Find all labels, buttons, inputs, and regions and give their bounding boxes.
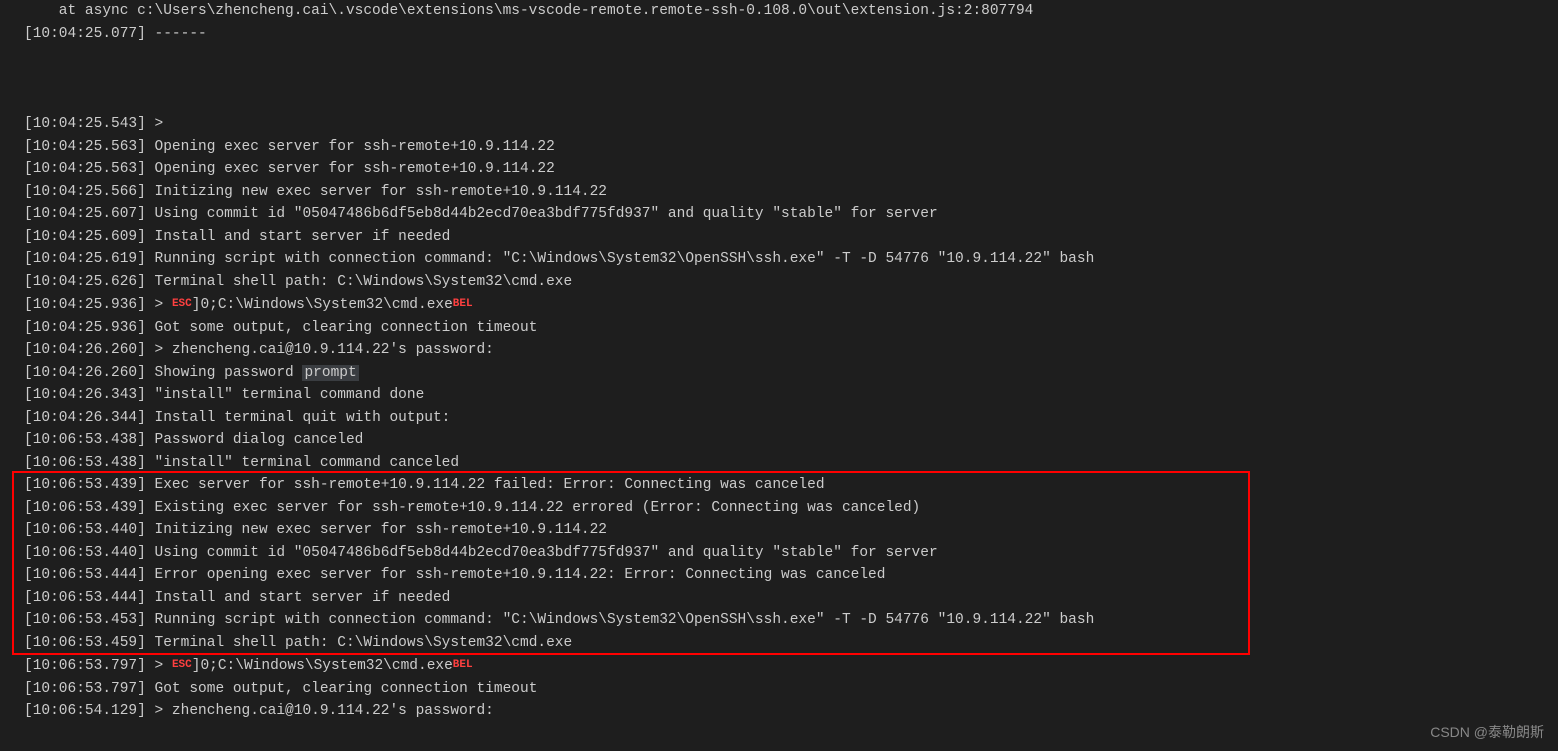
log-text: Exec server for ssh-remote+10.9.114.22 f… — [146, 477, 825, 493]
log-line: [10:06:53.797] Got some output, clearing… — [24, 678, 1558, 701]
log-line: [10:06:53.440] Using commit id "05047486… — [24, 542, 1558, 565]
timestamp: [10:06:53.439] — [24, 500, 146, 516]
timestamp: [10:04:26.260] — [24, 365, 146, 381]
timestamp: [10:04:25.563] — [24, 139, 146, 155]
highlighted-text: prompt — [302, 365, 358, 381]
timestamp: [10:04:25.563] — [24, 161, 146, 177]
blank-spacer — [24, 45, 1558, 113]
log-text: "install" terminal command canceled — [146, 455, 459, 471]
log-text: Install and start server if needed — [146, 229, 451, 245]
bel-marker: BEL — [453, 659, 473, 671]
timestamp: [10:04:25.566] — [24, 184, 146, 200]
log-text: Got some output, clearing connection tim… — [146, 681, 538, 697]
log-line: [10:04:25.607] Using commit id "05047486… — [24, 203, 1558, 226]
log-line: [10:04:26.344] Install terminal quit wit… — [24, 407, 1558, 430]
timestamp: [10:04:25.936] — [24, 320, 146, 336]
timestamp: [10:06:53.444] — [24, 590, 146, 606]
log-line: [10:04:25.609] Install and start server … — [24, 226, 1558, 249]
log-text: > zhencheng.cai@10.9.114.22's password: — [146, 703, 503, 719]
log-line: [10:06:53.444] Install and start server … — [24, 587, 1558, 610]
timestamp: [10:04:26.343] — [24, 387, 146, 403]
log-text: Using commit id "05047486b6df5eb8d44b2ec… — [146, 545, 938, 561]
log-text: Error opening exec server for ssh-remote… — [146, 567, 886, 583]
timestamp: [10:04:25.077] — [24, 26, 146, 42]
log-text: Install and start server if needed — [146, 590, 451, 606]
log-line: [10:04:25.077] ------ — [24, 23, 1558, 46]
timestamp: [10:04:26.260] — [24, 342, 146, 358]
log-text: Opening exec server for ssh-remote+10.9.… — [146, 161, 555, 177]
log-text: ]0;C:\Windows\System32\cmd.exe — [192, 297, 453, 313]
log-line: [10:06:53.440] Initizing new exec server… — [24, 519, 1558, 542]
bel-marker: BEL — [453, 298, 473, 310]
timestamp: [10:06:53.797] — [24, 658, 146, 674]
log-line: [10:04:25.566] Initizing new exec server… — [24, 181, 1558, 204]
log-line: [10:06:53.459] Terminal shell path: C:\W… — [24, 632, 1558, 655]
terminal-output[interactable]: at async c:\Users\zhencheng.cai\.vscode\… — [8, 0, 1558, 723]
log-text: Showing password — [146, 365, 303, 381]
timestamp: [10:06:53.453] — [24, 612, 146, 628]
timestamp: [10:04:25.936] — [24, 297, 146, 313]
timestamp: [10:06:53.438] — [24, 432, 146, 448]
log-line: [10:04:26.343] "install" terminal comman… — [24, 384, 1558, 407]
esc-marker: ESC — [172, 659, 192, 671]
log-line: [10:04:25.543] > — [24, 113, 1558, 136]
log-line: [10:04:25.563] Opening exec server for s… — [24, 136, 1558, 159]
log-text: Existing exec server for ssh-remote+10.9… — [146, 500, 920, 516]
log-text: Got some output, clearing connection tim… — [146, 320, 538, 336]
timestamp: [10:06:53.440] — [24, 545, 146, 561]
log-text: ------ — [146, 26, 207, 42]
log-text: > zhencheng.cai@10.9.114.22's password: — [146, 342, 503, 358]
timestamp: [10:04:26.344] — [24, 410, 146, 426]
log-line: [10:04:25.619] Running script with conne… — [24, 248, 1558, 271]
log-text: > — [146, 297, 172, 313]
log-text: Password dialog canceled — [146, 432, 364, 448]
log-line: [10:04:26.260] > zhencheng.cai@10.9.114.… — [24, 339, 1558, 362]
log-line: [10:06:53.439] Existing exec server for … — [24, 497, 1558, 520]
timestamp: [10:04:25.626] — [24, 274, 146, 290]
timestamp: [10:04:25.609] — [24, 229, 146, 245]
timestamp: [10:06:53.797] — [24, 681, 146, 697]
timestamp: [10:06:53.438] — [24, 455, 146, 471]
log-text: Install terminal quit with output: — [146, 410, 459, 426]
log-text: Running script with connection command: … — [146, 612, 1094, 628]
log-line: [10:06:53.439] Exec server for ssh-remot… — [24, 474, 1558, 497]
log-text: Opening exec server for ssh-remote+10.9.… — [146, 139, 555, 155]
watermark: CSDN @泰勒朗斯 — [1430, 721, 1544, 744]
log-line: [10:04:26.260] Showing password prompt — [24, 362, 1558, 385]
log-line: at async c:\Users\zhencheng.cai\.vscode\… — [24, 0, 1558, 23]
timestamp: [10:06:54.129] — [24, 703, 146, 719]
log-text: Running script with connection command: … — [146, 251, 1094, 267]
timestamp: [10:04:25.607] — [24, 206, 146, 222]
log-text: Terminal shell path: C:\Windows\System32… — [146, 274, 572, 290]
timestamp: [10:06:53.459] — [24, 635, 146, 651]
esc-marker: ESC — [172, 298, 192, 310]
log-text: Initizing new exec server for ssh-remote… — [146, 522, 607, 538]
log-text: Terminal shell path: C:\Windows\System32… — [146, 635, 572, 651]
log-line: [10:06:53.438] "install" terminal comman… — [24, 452, 1558, 475]
timestamp: [10:06:53.440] — [24, 522, 146, 538]
log-line: [10:06:53.444] Error opening exec server… — [24, 564, 1558, 587]
log-text: Using commit id "05047486b6df5eb8d44b2ec… — [146, 206, 938, 222]
log-text: > — [146, 658, 172, 674]
log-line: [10:06:53.453] Running script with conne… — [24, 609, 1558, 632]
timestamp: [10:04:25.619] — [24, 251, 146, 267]
timestamp: [10:04:25.543] — [24, 116, 146, 132]
log-line: [10:06:53.797] > ESC]0;C:\Windows\System… — [24, 654, 1558, 678]
log-text: "install" terminal command done — [146, 387, 424, 403]
log-line: [10:06:53.438] Password dialog canceled — [24, 429, 1558, 452]
log-line: [10:04:25.936] Got some output, clearing… — [24, 317, 1558, 340]
timestamp: [10:06:53.439] — [24, 477, 146, 493]
log-line: [10:04:25.626] Terminal shell path: C:\W… — [24, 271, 1558, 294]
log-text: ]0;C:\Windows\System32\cmd.exe — [192, 658, 453, 674]
log-text: > — [146, 116, 172, 132]
log-line: [10:06:54.129] > zhencheng.cai@10.9.114.… — [24, 700, 1558, 723]
timestamp: [10:06:53.444] — [24, 567, 146, 583]
log-line: [10:04:25.563] Opening exec server for s… — [24, 158, 1558, 181]
log-text: Initizing new exec server for ssh-remote… — [146, 184, 607, 200]
log-line: [10:04:25.936] > ESC]0;C:\Windows\System… — [24, 293, 1558, 317]
